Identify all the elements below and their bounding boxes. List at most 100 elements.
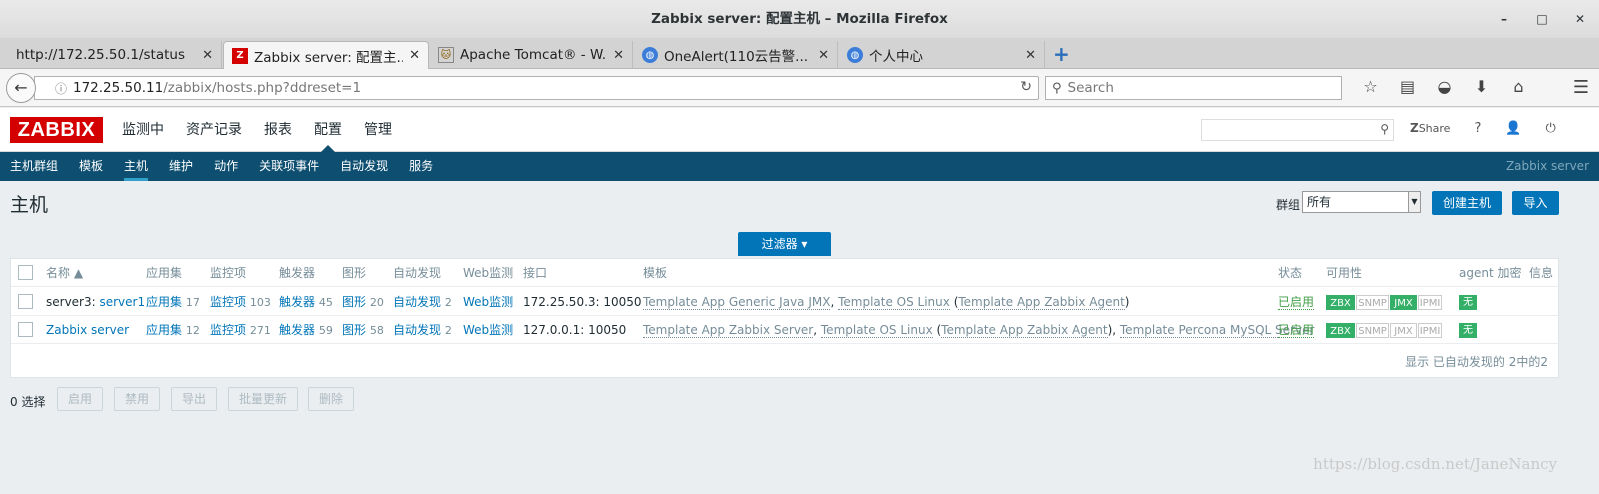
new-tab-icon[interactable]: + (1053, 42, 1070, 66)
tab-title: Apache Tomcat® - W... (460, 47, 608, 63)
template-link[interactable]: Template OS Linux (838, 295, 950, 310)
zabbix-logo[interactable]: ZABBIX (10, 117, 103, 143)
template-link[interactable]: Template App Zabbix Agent (958, 295, 1125, 310)
host-name-link[interactable]: Zabbix server (46, 323, 129, 337)
status-cell[interactable]: 已启用 (1278, 288, 1315, 316)
delete-button[interactable]: 删除 (308, 387, 354, 411)
search-icon[interactable]: ⚲ (1380, 122, 1389, 136)
menu-monitoring[interactable]: 监测中 (122, 108, 164, 152)
header-name[interactable]: 名称 ▲ (46, 259, 83, 287)
status-badge[interactable]: 已启用 (1278, 323, 1315, 338)
template-link[interactable]: Template OS Linux (820, 323, 933, 338)
triggers-cell[interactable]: 触发器 59 (279, 316, 333, 345)
interface-cell: 172.25.50.3: 10050 (523, 295, 642, 309)
row-checkbox[interactable] (18, 294, 33, 309)
search-bar[interactable]: ⚲ Search (1045, 76, 1342, 100)
export-button[interactable]: 导出 (171, 387, 217, 411)
browser-tab-personal[interactable]: ◍ 个人中心 ✕ (839, 41, 1045, 69)
select-all-checkbox[interactable] (18, 265, 33, 280)
submenu-discovery[interactable]: 自动发现 (340, 152, 388, 181)
template-link[interactable]: Template App Zabbix Agent (941, 323, 1108, 338)
zbx-badge: ZBX (1326, 295, 1355, 310)
reading-list-icon[interactable]: ▤ (1389, 77, 1426, 96)
globe-icon: ◍ (642, 47, 658, 63)
header-items: 监控项 (210, 266, 247, 280)
submenu-event-correlation[interactable]: 关联项事件 (259, 152, 319, 181)
reload-icon[interactable]: ↻ (1020, 79, 1032, 95)
submenu-hosts[interactable]: 主机 (124, 152, 149, 181)
home-icon[interactable]: ⌂ (1500, 77, 1537, 96)
close-window-icon[interactable]: ✕ (1561, 0, 1599, 38)
submenu-services[interactable]: 服务 (409, 152, 433, 181)
tab-strip: http://172.25.50.1/status ✕ Z Zabbix ser… (0, 38, 1599, 69)
pocket-icon[interactable]: ◒ (1426, 77, 1463, 96)
header-interface: 接口 (523, 266, 548, 280)
submenu-templates[interactable]: 模板 (79, 152, 103, 181)
close-tab-icon[interactable]: ✕ (202, 48, 213, 63)
filter-toggle-button[interactable]: 过滤器 ▾ (738, 232, 831, 256)
close-tab-icon[interactable]: ✕ (613, 48, 624, 63)
discovery-cell[interactable]: 自动发现 2 (393, 288, 452, 317)
bookmark-star-icon[interactable]: ☆ (1352, 77, 1389, 96)
close-tab-icon[interactable]: ✕ (818, 48, 829, 63)
graphs-cell[interactable]: 图形 20 (342, 288, 384, 317)
templates-cell: Template App Generic Java JMX, Template … (643, 295, 1130, 310)
apps-cell[interactable]: 应用集 17 (146, 288, 200, 317)
host-name-link[interactable]: server1 (99, 295, 145, 309)
menu-administration[interactable]: 管理 (364, 108, 392, 152)
mass-update-button[interactable]: 批量更新 (228, 387, 298, 411)
minimize-icon[interactable]: – (1485, 0, 1523, 38)
help-icon[interactable]: ? (1474, 121, 1481, 136)
menu-reports[interactable]: 报表 (264, 108, 292, 152)
info-icon[interactable]: ⓘ (49, 80, 73, 97)
zabbix-search-input[interactable]: ⚲ (1201, 119, 1394, 141)
disable-button[interactable]: 禁用 (114, 387, 160, 411)
enable-button[interactable]: 启用 (57, 387, 103, 411)
menu-icon[interactable]: ☰ (1573, 77, 1589, 98)
menu-inventory[interactable]: 资产记录 (186, 108, 242, 152)
group-select[interactable]: 所有 ▼ (1302, 191, 1421, 213)
back-arrow-icon[interactable]: ← (6, 73, 36, 103)
tomcat-icon: 🐱 (438, 47, 454, 63)
close-tab-icon[interactable]: ✕ (409, 48, 420, 63)
zabbix-icon: Z (232, 47, 248, 64)
apps-cell[interactable]: 应用集 12 (146, 316, 200, 345)
row-checkbox[interactable] (18, 322, 33, 337)
submenu-actions[interactable]: 动作 (214, 152, 238, 181)
user-profile-icon[interactable]: 👤 (1505, 121, 1521, 136)
status-badge[interactable]: 已启用 (1278, 295, 1315, 310)
submenu-maintenance[interactable]: 维护 (169, 152, 193, 181)
interface-cell: 127.0.0.1: 10050 (523, 323, 627, 337)
table-row: Zabbix server 应用集 12 监控项 271 触发器 59 图形 5… (11, 316, 1558, 344)
import-button[interactable]: 导入 (1512, 191, 1559, 215)
status-cell[interactable]: 已启用 (1278, 316, 1315, 344)
maximize-icon[interactable]: □ (1523, 0, 1561, 38)
template-link[interactable]: Template App Generic Java JMX (643, 295, 831, 310)
close-tab-icon[interactable]: ✕ (1025, 48, 1036, 63)
logout-icon[interactable]: ⏻ (1546, 121, 1556, 136)
tab-title: OneAlert(110云告警... (664, 49, 809, 65)
create-host-button[interactable]: 创建主机 (1432, 191, 1502, 215)
submenu-host-groups[interactable]: 主机群组 (10, 152, 58, 181)
url-bar[interactable]: ⓘ 172.25.50.11/zabbix/hosts.php?ddreset=… (34, 76, 1039, 100)
graphs-cell[interactable]: 图形 58 (342, 316, 384, 345)
web-cell[interactable]: Web监测 (463, 288, 513, 316)
window-title: Zabbix server: 配置主机 – Mozilla Firefox (651, 11, 948, 27)
header-apps: 应用集 (146, 266, 183, 280)
browser-tab-zabbix[interactable]: Z Zabbix server: 配置主... ✕ (223, 41, 429, 69)
web-cell[interactable]: Web监测 (463, 316, 513, 344)
items-cell[interactable]: 监控项 103 (210, 288, 271, 317)
triggers-cell[interactable]: 触发器 45 (279, 288, 333, 317)
menu-configuration[interactable]: 配置 (314, 108, 342, 152)
browser-tab-tomcat[interactable]: 🐱 Apache Tomcat® - W... ✕ (430, 41, 633, 69)
zbx-badge: ZBX (1326, 323, 1355, 338)
template-link[interactable]: Template App Zabbix Server (643, 323, 814, 338)
items-cell[interactable]: 监控项 271 (210, 316, 271, 345)
browser-tab-status[interactable]: http://172.25.50.1/status ✕ (8, 41, 222, 69)
discovery-cell[interactable]: 自动发现 2 (393, 316, 452, 345)
header-status[interactable]: 状态 (1278, 259, 1302, 287)
browser-tab-onealert[interactable]: ◍ OneAlert(110云告警... ✕ (634, 41, 838, 69)
download-icon[interactable]: ⬇ (1463, 77, 1500, 96)
share-link[interactable]: ZShare (1410, 121, 1450, 136)
page-title: 主机 (10, 194, 49, 216)
